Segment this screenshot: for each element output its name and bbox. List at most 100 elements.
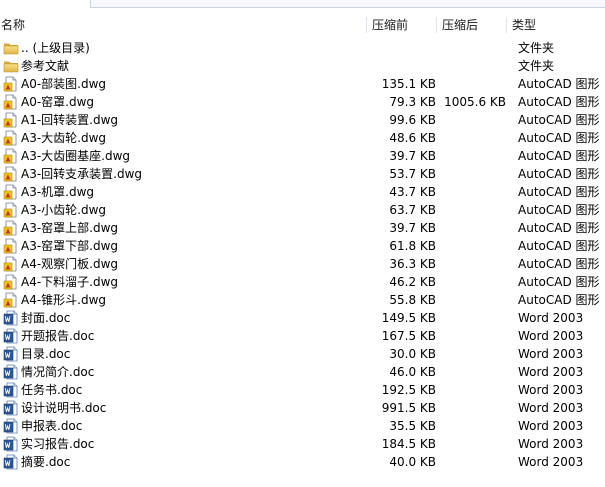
file-row[interactable]: A4-下料溜子.dwg 46.2 KB AutoCAD 图形 <box>0 273 605 291</box>
file-row[interactable]: 申报表.doc 35.5 KB Word 2003 <box>0 417 605 435</box>
dwg-file-icon <box>3 292 19 308</box>
file-row[interactable]: A4-锥形斗.dwg 55.8 KB AutoCAD 图形 <box>0 291 605 309</box>
file-compressed-size: 46.2 KB <box>389 275 436 289</box>
dwg-file-icon <box>3 184 19 200</box>
file-name: 参考文献 <box>21 59 70 73</box>
file-type: AutoCAD 图形 <box>518 185 600 199</box>
column-divider[interactable] <box>366 17 367 33</box>
file-row[interactable]: A3-窑罩上部.dwg 39.7 KB AutoCAD 图形 <box>0 219 605 237</box>
file-type: Word 2003 <box>518 419 584 433</box>
word-doc-icon <box>3 418 19 434</box>
file-compressed-size: 48.6 KB <box>389 131 436 145</box>
file-name: A3-大齿圈基座.dwg <box>21 149 131 163</box>
folder-icon <box>3 58 19 74</box>
word-doc-icon <box>3 310 19 326</box>
word-doc-icon <box>3 436 19 452</box>
file-type: 文件夹 <box>518 59 555 73</box>
word-doc-icon <box>3 328 19 344</box>
file-row[interactable]: 情况简介.doc 46.0 KB Word 2003 <box>0 363 605 381</box>
file-row[interactable]: A3-大齿轮.dwg 48.6 KB AutoCAD 图形 <box>0 129 605 147</box>
file-row[interactable]: 任务书.doc 192.5 KB Word 2003 <box>0 381 605 399</box>
dwg-file-icon <box>3 274 19 290</box>
file-name: 实习报告.doc <box>21 437 95 451</box>
column-header-compressed-size[interactable]: 压缩前 <box>372 16 408 34</box>
file-type: Word 2003 <box>518 455 584 469</box>
file-type: AutoCAD 图形 <box>518 113 600 127</box>
file-compressed-size: 36.3 KB <box>389 257 436 271</box>
file-compressed-size: 46.0 KB <box>389 365 436 379</box>
column-header-original-size[interactable]: 压缩后 <box>442 16 478 34</box>
file-row[interactable]: A1-回转装置.dwg 99.6 KB AutoCAD 图形 <box>0 111 605 129</box>
dwg-file-icon <box>3 112 19 128</box>
dwg-file-icon <box>3 148 19 164</box>
file-name: A0-部装图.dwg <box>21 77 107 91</box>
file-row[interactable]: 封面.doc 149.5 KB Word 2003 <box>0 309 605 327</box>
file-row[interactable]: A3-大齿圈基座.dwg 39.7 KB AutoCAD 图形 <box>0 147 605 165</box>
column-divider[interactable] <box>506 17 507 33</box>
file-row[interactable]: 设计说明书.doc 991.5 KB Word 2003 <box>0 399 605 417</box>
word-doc-icon <box>3 364 19 380</box>
file-type: AutoCAD 图形 <box>518 167 600 181</box>
file-compressed-size: 99.6 KB <box>389 113 436 127</box>
file-name: 申报表.doc <box>21 419 83 433</box>
file-row[interactable]: 参考文献 文件夹 <box>0 57 605 75</box>
file-type: AutoCAD 图形 <box>518 293 600 307</box>
column-header-type[interactable]: 类型 <box>512 16 536 34</box>
file-compressed-size: 192.5 KB <box>381 383 436 397</box>
file-name: A3-机罩.dwg <box>21 185 95 199</box>
file-compressed-size: 991.5 KB <box>381 401 436 415</box>
file-type: Word 2003 <box>518 347 584 361</box>
dwg-file-icon <box>3 202 19 218</box>
file-row[interactable]: A3-机罩.dwg 43.7 KB AutoCAD 图形 <box>0 183 605 201</box>
column-header-row: 名称 压缩前 压缩后 类型 <box>0 14 605 36</box>
dwg-file-icon <box>3 166 19 182</box>
file-compressed-size: 53.7 KB <box>389 167 436 181</box>
dwg-file-icon <box>3 220 19 236</box>
word-doc-icon <box>3 400 19 416</box>
file-compressed-size: 55.8 KB <box>389 293 436 307</box>
file-compressed-size: 39.7 KB <box>389 149 436 163</box>
address-bar[interactable] <box>90 0 605 8</box>
file-row[interactable]: A0-窑罩.dwg 79.3 KB 1005.6 KB AutoCAD 图形 <box>0 93 605 111</box>
file-name: A3-小齿轮.dwg <box>21 203 107 217</box>
folder-icon <box>3 40 19 56</box>
file-name: A3-窑罩上部.dwg <box>21 221 119 235</box>
file-row[interactable]: 目录.doc 30.0 KB Word 2003 <box>0 345 605 363</box>
file-row[interactable]: A3-小齿轮.dwg 63.7 KB AutoCAD 图形 <box>0 201 605 219</box>
file-name: 开题报告.doc <box>21 329 95 343</box>
file-name: .. (上级目录) <box>21 41 90 55</box>
column-header-name[interactable]: 名称 <box>1 16 25 34</box>
file-row[interactable]: A3-回转支承装置.dwg 53.7 KB AutoCAD 图形 <box>0 165 605 183</box>
file-compressed-size: 40.0 KB <box>389 455 436 469</box>
file-name: 封面.doc <box>21 311 71 325</box>
file-row[interactable]: A4-观察门板.dwg 36.3 KB AutoCAD 图形 <box>0 255 605 273</box>
file-type: AutoCAD 图形 <box>518 257 600 271</box>
file-row[interactable]: 实习报告.doc 184.5 KB Word 2003 <box>0 435 605 453</box>
word-doc-icon <box>3 382 19 398</box>
file-compressed-size: 167.5 KB <box>381 329 436 343</box>
word-doc-icon <box>3 454 19 470</box>
file-row[interactable]: .. (上级目录) 文件夹 <box>0 39 605 57</box>
file-type: AutoCAD 图形 <box>518 95 600 109</box>
file-name: 任务书.doc <box>21 383 83 397</box>
file-name: A4-锥形斗.dwg <box>21 293 107 307</box>
word-doc-icon <box>3 346 19 362</box>
file-row[interactable]: 开题报告.doc 167.5 KB Word 2003 <box>0 327 605 345</box>
file-type: AutoCAD 图形 <box>518 131 600 145</box>
file-type: Word 2003 <box>518 311 584 325</box>
file-row[interactable]: A0-部装图.dwg 135.1 KB AutoCAD 图形 <box>0 75 605 93</box>
file-row[interactable]: A3-窑罩下部.dwg 61.8 KB AutoCAD 图形 <box>0 237 605 255</box>
file-compressed-size: 79.3 KB <box>389 95 436 109</box>
file-name: A1-回转装置.dwg <box>21 113 119 127</box>
file-list: .. (上级目录) 文件夹 参考文献 文件夹 A0-部装图.dwg 135.1 KB Aut… <box>0 39 605 471</box>
file-name: A3-窑罩下部.dwg <box>21 239 119 253</box>
file-compressed-size: 35.5 KB <box>389 419 436 433</box>
file-type: 文件夹 <box>518 41 555 55</box>
column-divider[interactable] <box>436 17 437 33</box>
dwg-file-icon <box>3 94 19 110</box>
file-name: 设计说明书.doc <box>21 401 107 415</box>
file-type: AutoCAD 图形 <box>518 203 600 217</box>
file-row[interactable]: 摘要.doc 40.0 KB Word 2003 <box>0 453 605 471</box>
file-name: A3-大齿轮.dwg <box>21 131 107 145</box>
top-toolbar-strip <box>0 0 605 8</box>
